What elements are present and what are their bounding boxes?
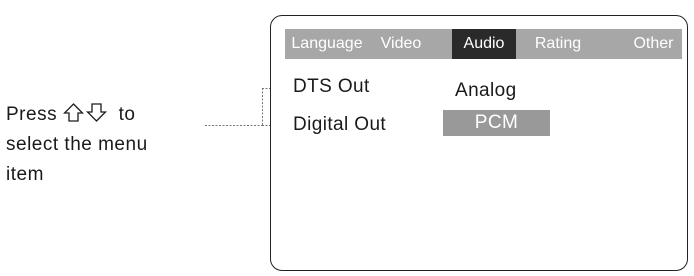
tab-other[interactable]: Other xyxy=(625,29,682,59)
instruction-to-label: to xyxy=(118,104,136,125)
tab-audio[interactable]: Audio xyxy=(452,29,516,59)
instruction-line-2: select the menu xyxy=(6,134,148,155)
menu-item-digital-out[interactable]: Digital Out xyxy=(293,114,386,136)
menu-value-analog[interactable]: Analog xyxy=(455,80,517,102)
down-arrow-outline-icon xyxy=(85,102,107,123)
instruction-line-3: item xyxy=(6,164,44,185)
instruction-press-label: Press xyxy=(6,104,58,125)
tab-rating[interactable]: Rating xyxy=(523,29,593,59)
menu-tab-bar: Language Video Audio Rating Other xyxy=(285,29,682,59)
menu-value-pcm-selected[interactable]: PCM xyxy=(443,110,550,136)
menu-item-dts-out[interactable]: DTS Out xyxy=(293,76,370,98)
instruction-text: Press to select the menu item xyxy=(6,100,206,190)
tab-video[interactable]: Video xyxy=(369,29,433,59)
tab-language[interactable]: Language xyxy=(285,29,369,59)
osd-menu-screen: Language Video Audio Rating Other DTS Ou… xyxy=(270,15,688,271)
up-arrow-outline-icon xyxy=(62,102,84,123)
